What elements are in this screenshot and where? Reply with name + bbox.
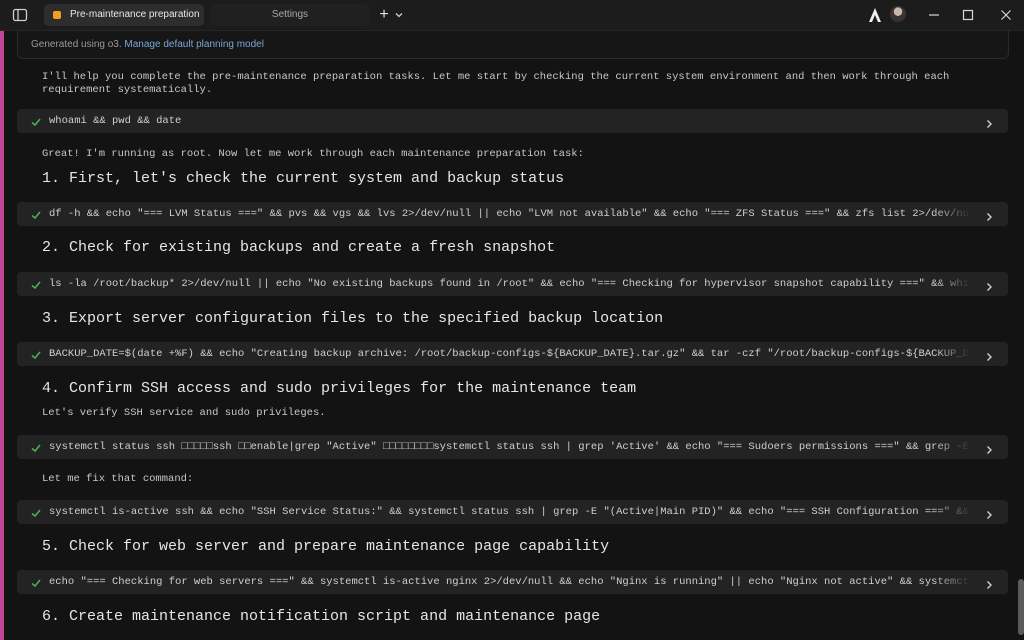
- chevron-right-icon[interactable]: [984, 577, 994, 589]
- chevron-down-icon[interactable]: [394, 8, 404, 22]
- root-note-message: Great! I'm running as root. Now let me w…: [42, 148, 584, 160]
- intro-message: I'll help you complete the pre-maintenan…: [42, 71, 992, 97]
- chevron-right-icon[interactable]: [984, 116, 994, 128]
- command-text: df -h && echo "=== LVM Status ===" && pv…: [49, 208, 971, 220]
- command-text: systemctl status ssh □□□□□ssh □□enable|g…: [49, 441, 971, 453]
- step-heading: 4. Confirm SSH access and sudo privilege…: [42, 380, 637, 397]
- intro-line: requirement systematically.: [42, 84, 213, 96]
- model-info-card: Generated using o3. Manage default plann…: [17, 31, 1009, 59]
- command-text: BACKUP_DATE=$(date +%F) && echo "Creatin…: [49, 348, 971, 360]
- command-text: ls -la /root/backup* 2>/dev/null || echo…: [49, 278, 971, 290]
- minimize-icon[interactable]: [924, 5, 944, 25]
- manage-planning-model-link[interactable]: Manage default planning model: [124, 39, 264, 50]
- chevron-right-icon[interactable]: [984, 279, 994, 291]
- maximize-icon[interactable]: [958, 5, 978, 25]
- title-bar: Pre-maintenance preparation Settings +: [0, 0, 1024, 31]
- command-text: systemctl is-active ssh && echo "SSH Ser…: [49, 506, 969, 518]
- command-block[interactable]: ls -la /root/backup* 2>/dev/null || echo…: [17, 272, 1008, 296]
- sidebar-toggle-icon[interactable]: [12, 7, 28, 23]
- chevron-right-icon[interactable]: [984, 442, 994, 454]
- close-icon[interactable]: [996, 5, 1016, 25]
- chevron-right-icon[interactable]: [984, 349, 994, 361]
- command-block[interactable]: whoami && pwd && date: [17, 109, 1008, 133]
- check-icon: [30, 115, 42, 127]
- plus-icon[interactable]: +: [377, 5, 391, 25]
- chevron-right-icon[interactable]: [984, 507, 994, 519]
- check-icon: [30, 576, 42, 588]
- command-block[interactable]: BACKUP_DATE=$(date +%F) && echo "Creatin…: [17, 342, 1008, 366]
- step-heading: 2. Check for existing backups and create…: [42, 239, 556, 256]
- intro-line: I'll help you complete the pre-maintenan…: [42, 71, 950, 83]
- command-block[interactable]: df -h && echo "=== LVM Status ===" && pv…: [17, 202, 1008, 226]
- task-status-icon: [53, 11, 61, 19]
- command-text: echo "=== Checking for web servers ===" …: [49, 576, 971, 588]
- tab-label: Settings: [271, 9, 309, 20]
- command-text: whoami && pwd && date: [49, 115, 182, 127]
- conversation-pane[interactable]: Generated using o3. Manage default plann…: [4, 31, 1024, 640]
- step-heading: 1. First, let's check the current system…: [42, 170, 565, 187]
- command-block[interactable]: echo "=== Checking for web servers ===" …: [17, 570, 1008, 594]
- tab-label: Pre-maintenance preparation: [70, 9, 200, 20]
- brand-logo-icon: [868, 7, 882, 23]
- check-icon: [30, 506, 42, 518]
- chevron-right-icon[interactable]: [984, 209, 994, 221]
- avatar[interactable]: [890, 6, 906, 22]
- step-heading: 3. Export server configuration files to …: [42, 310, 664, 327]
- check-icon: [30, 441, 42, 453]
- scrollbar[interactable]: [1018, 579, 1024, 635]
- command-block[interactable]: systemctl status ssh □□□□□ssh □□enable|g…: [17, 435, 1008, 459]
- ssh-note-message: Let's verify SSH service and sudo privil…: [42, 407, 326, 419]
- check-icon: [30, 278, 42, 290]
- fix-note-message: Let me fix that command:: [42, 473, 194, 485]
- check-icon: [30, 348, 42, 360]
- step-heading: 5. Check for web server and prepare main…: [42, 538, 610, 555]
- generated-using-text: Generated using o3.: [31, 39, 122, 50]
- tab-pre-maintenance[interactable]: Pre-maintenance preparation: [44, 4, 204, 26]
- command-block[interactable]: systemctl is-active ssh && echo "SSH Ser…: [17, 500, 1008, 524]
- check-icon: [30, 208, 42, 220]
- step-heading: 6. Create maintenance notification scrip…: [42, 608, 601, 625]
- tab-settings[interactable]: Settings: [210, 4, 370, 26]
